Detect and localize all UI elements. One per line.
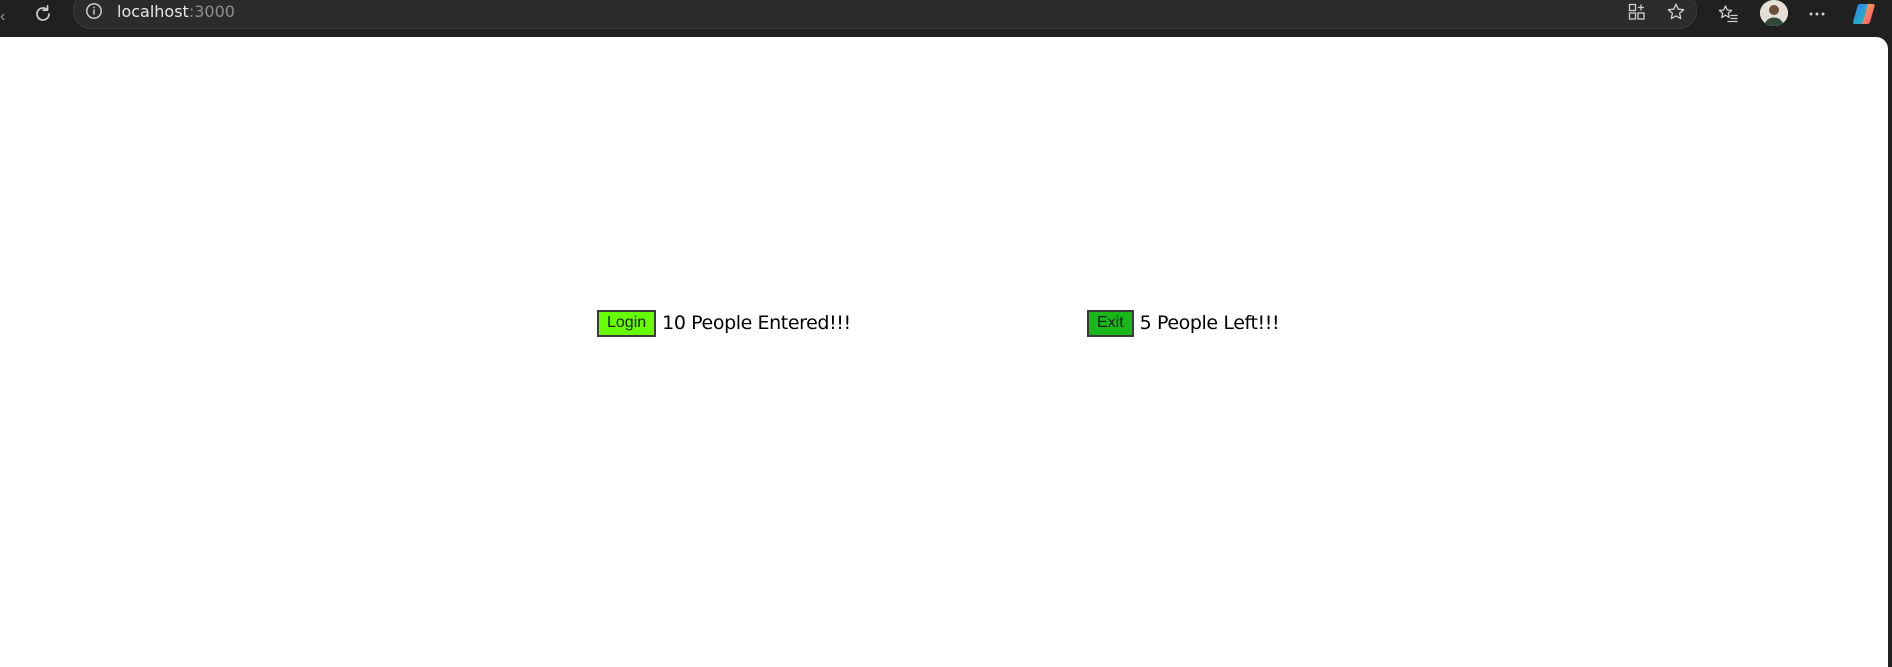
left-count-text: 5 People Left!!! bbox=[1139, 312, 1280, 334]
more-icon bbox=[1809, 12, 1825, 16]
avatar[interactable] bbox=[1760, 0, 1788, 26]
app-available-button[interactable] bbox=[1626, 1, 1648, 23]
profile-icon bbox=[1760, 0, 1788, 26]
favorites-button[interactable] bbox=[1715, 1, 1741, 27]
copilot-button[interactable] bbox=[1851, 1, 1877, 27]
url-text[interactable]: localhost:3000 bbox=[117, 2, 235, 22]
entered-count-text: 10 People Entered!!! bbox=[662, 312, 851, 334]
url-host: localhost bbox=[117, 2, 189, 21]
reload-button[interactable] bbox=[30, 1, 56, 27]
reload-icon bbox=[36, 4, 50, 21]
favorites-icon bbox=[1718, 5, 1738, 23]
star-icon bbox=[1667, 3, 1685, 20]
page-content: Login 10 People Entered!!! Exit 5 People… bbox=[0, 37, 1888, 667]
login-button[interactable]: Login bbox=[597, 309, 657, 337]
app-available-icon bbox=[1628, 3, 1645, 20]
copilot-icon bbox=[1852, 4, 1875, 24]
exit-button[interactable]: Exit bbox=[1087, 309, 1134, 337]
exit-counter: Exit 5 People Left!!! bbox=[1087, 309, 1280, 337]
login-counter: Login 10 People Entered!!! bbox=[597, 309, 851, 337]
back-button[interactable]: ‹ bbox=[0, 5, 10, 29]
more-button[interactable] bbox=[1804, 1, 1830, 27]
site-info-button[interactable] bbox=[84, 1, 104, 21]
info-icon bbox=[86, 3, 102, 19]
favorite-button[interactable] bbox=[1665, 1, 1687, 23]
url-port: :3000 bbox=[188, 2, 235, 21]
browser-toolbar: ‹ localhost:3000 bbox=[0, 0, 1892, 37]
address-bar[interactable]: localhost:3000 bbox=[73, 0, 1697, 29]
